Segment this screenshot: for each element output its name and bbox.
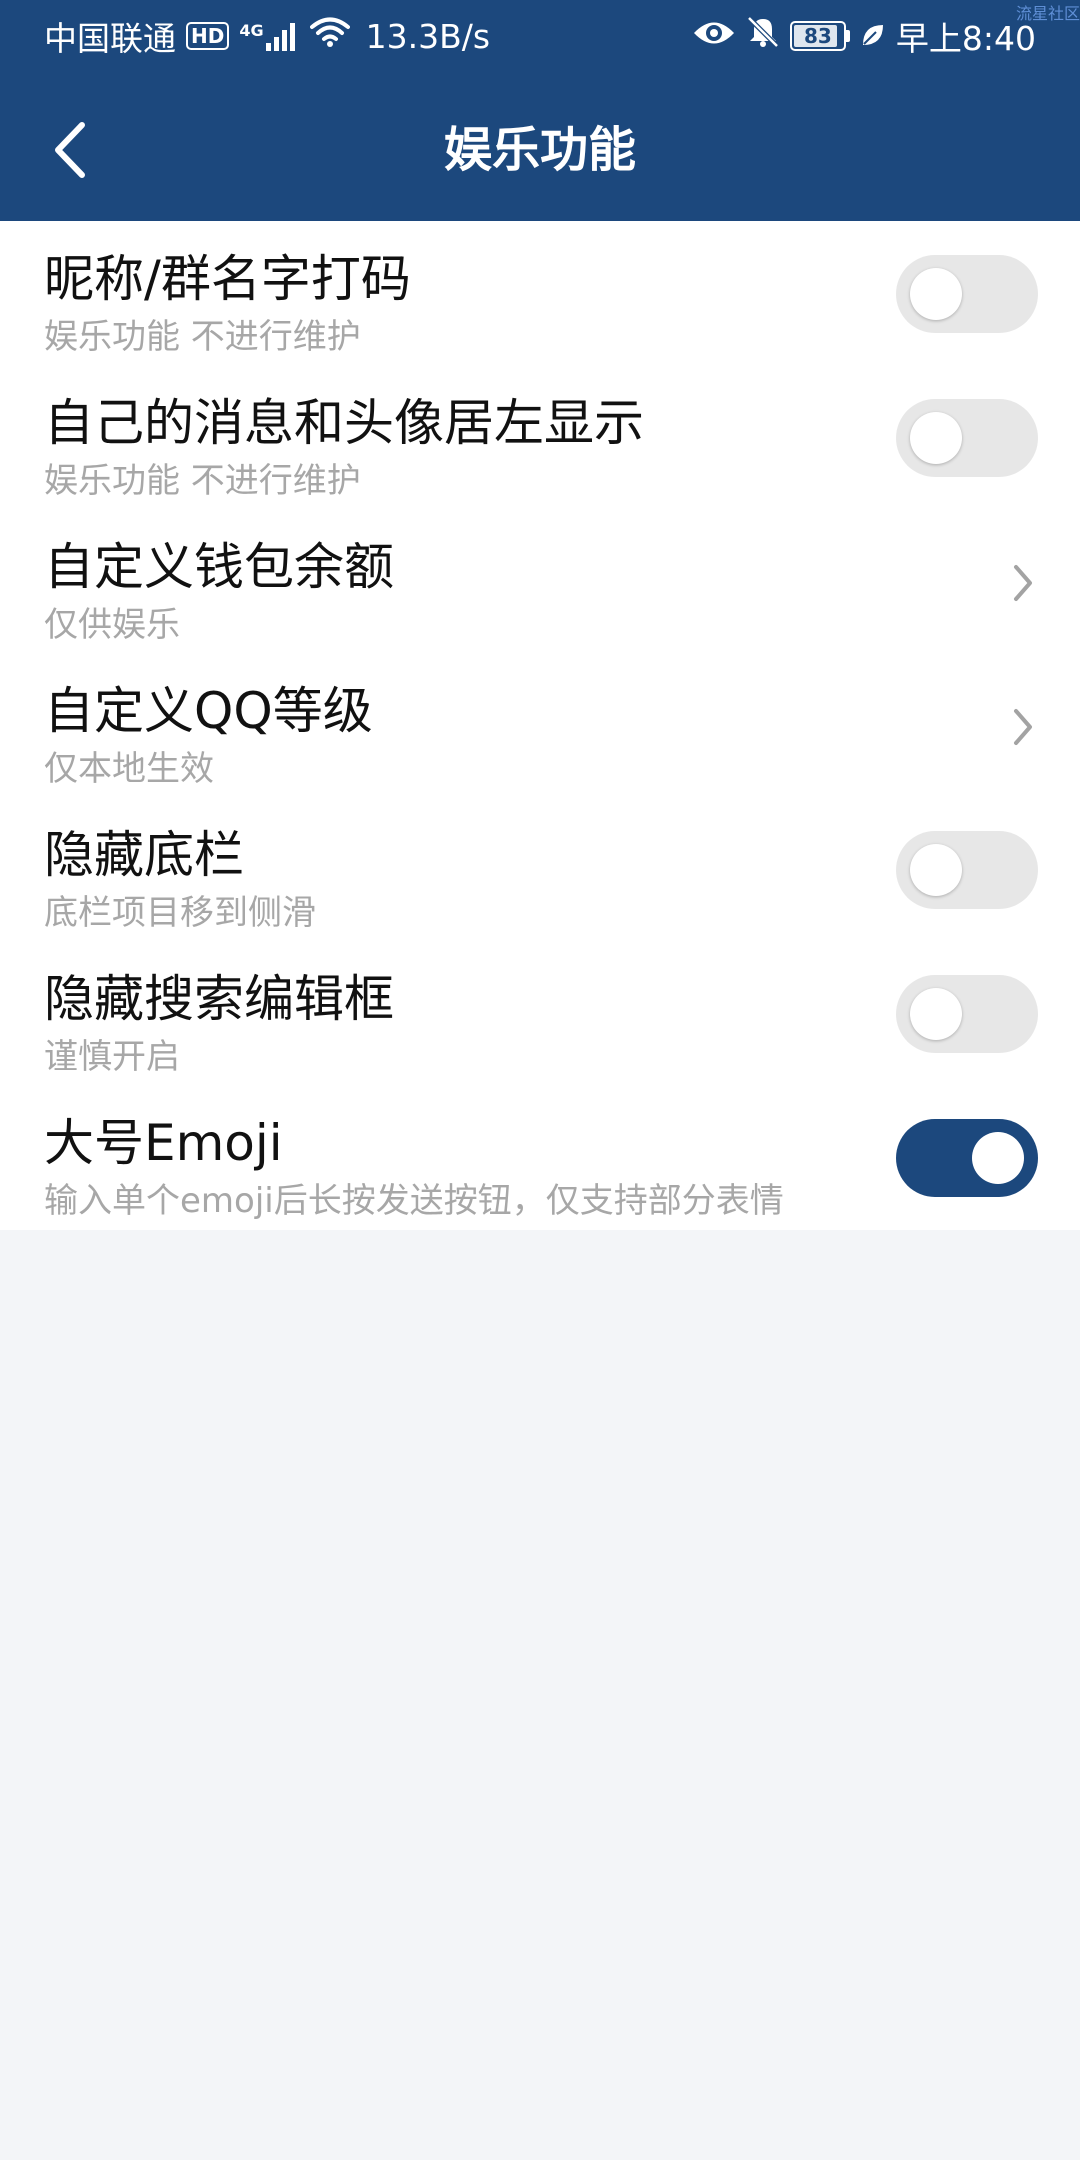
- chevron-right-icon: [1014, 565, 1032, 601]
- watermark: 流星社区: [1015, 4, 1080, 23]
- setting-row-large-emoji[interactable]: 大号Emoji 输入单个emoji后长按发送按钮，仅支持部分表情: [0, 1085, 1080, 1229]
- toggle-knob: [972, 1132, 1024, 1184]
- back-button[interactable]: [40, 114, 100, 186]
- setting-title: 隐藏搜索编辑框: [44, 970, 394, 1028]
- status-bar-right: 83 早上8:40: [692, 14, 1036, 58]
- setting-subtitle: 底栏项目移到侧滑: [44, 893, 316, 933]
- setting-title: 隐藏底栏: [44, 826, 244, 884]
- battery-level: 83: [803, 24, 832, 48]
- clock: 早上8:40: [895, 19, 1036, 58]
- battery-icon: 83: [789, 21, 850, 51]
- eye-icon: [692, 17, 736, 56]
- status-bar: 中国联通 HD 4G 13.3B/s 83 早上8:40 流星社区: [0, 0, 1080, 72]
- toggle-knob: [910, 268, 962, 320]
- setting-row-hide-search-box[interactable]: 隐藏搜索编辑框 谨慎开启: [0, 941, 1080, 1085]
- setting-subtitle: 仅本地生效: [44, 749, 214, 789]
- setting-subtitle: 输入单个emoji后长按发送按钮，仅支持部分表情: [44, 1181, 784, 1221]
- wifi-icon: [309, 16, 350, 56]
- toggle-switch[interactable]: [896, 1119, 1038, 1197]
- setting-title: 自定义钱包余额: [44, 538, 394, 596]
- hd-badge: HD: [186, 22, 230, 50]
- setting-title: 大号Emoji: [44, 1114, 283, 1172]
- setting-row-hide-bottom-bar[interactable]: 隐藏底栏 底栏项目移到侧滑: [0, 797, 1080, 941]
- setting-title: 自己的消息和头像居左显示: [44, 394, 644, 452]
- setting-subtitle: 仅供娱乐: [44, 605, 180, 645]
- network-speed: 13.3B/s: [365, 16, 491, 56]
- mute-bell-icon: [746, 15, 780, 57]
- setting-row-nickname-mask[interactable]: 昵称/群名字打码 娱乐功能 不进行维护: [0, 221, 1080, 365]
- toggle-knob: [910, 988, 962, 1040]
- chevron-right-icon: [1014, 709, 1032, 745]
- toggle-switch[interactable]: [896, 831, 1038, 909]
- setting-row-own-messages-left[interactable]: 自己的消息和头像居左显示 娱乐功能 不进行维护: [0, 365, 1080, 509]
- signal-icon: 4G: [239, 21, 299, 51]
- settings-list: 昵称/群名字打码 娱乐功能 不进行维护 自己的消息和头像居左显示 娱乐功能 不进…: [0, 221, 1080, 1230]
- toggle-switch[interactable]: [896, 255, 1038, 333]
- app-header: 中国联通 HD 4G 13.3B/s 83 早上8:40 流星社区 娱乐功能: [0, 0, 1080, 221]
- setting-row-custom-wallet-balance[interactable]: 自定义钱包余额 仅供娱乐: [0, 509, 1080, 653]
- network-type: 4G: [239, 21, 264, 40]
- nav-bar: 娱乐功能: [0, 80, 1080, 220]
- carrier-name: 中国联通: [44, 19, 176, 58]
- toggle-switch[interactable]: [896, 399, 1038, 477]
- toggle-knob: [910, 844, 962, 896]
- page-title: 娱乐功能: [443, 122, 636, 178]
- status-bar-left: 中国联通 HD 4G 13.3B/s: [44, 14, 500, 59]
- setting-row-custom-qq-level[interactable]: 自定义QQ等级 仅本地生效: [0, 653, 1080, 797]
- toggle-knob: [910, 412, 962, 464]
- toggle-switch[interactable]: [896, 975, 1038, 1053]
- setting-subtitle: 娱乐功能 不进行维护: [44, 461, 361, 501]
- leaf-icon: [860, 17, 886, 56]
- chevron-left-icon: [55, 122, 85, 178]
- setting-subtitle: 谨慎开启: [44, 1037, 180, 1077]
- setting-title: 自定义QQ等级: [44, 682, 373, 740]
- setting-subtitle: 娱乐功能 不进行维护: [44, 317, 361, 357]
- setting-title: 昵称/群名字打码: [44, 250, 411, 308]
